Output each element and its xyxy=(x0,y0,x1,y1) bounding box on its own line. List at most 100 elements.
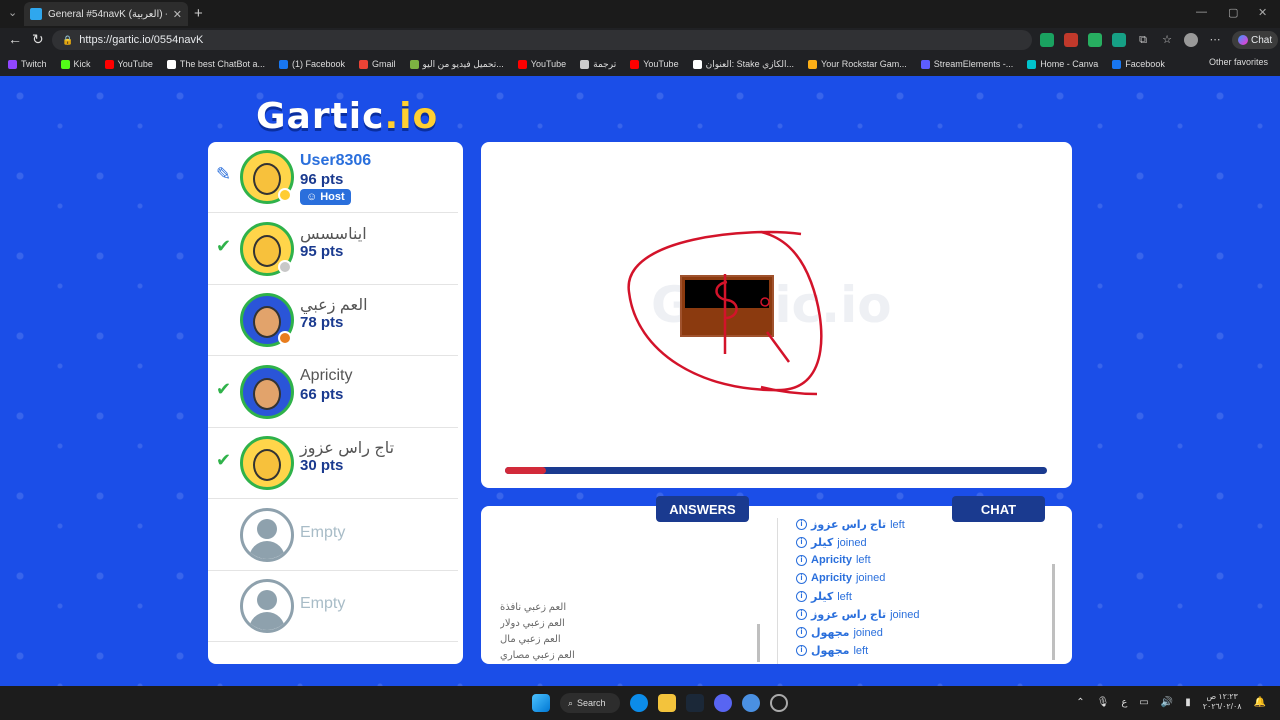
info-icon: i xyxy=(796,645,807,656)
close-tab-icon[interactable]: ✕ xyxy=(173,8,182,21)
bookmark-item[interactable]: Gmail xyxy=(359,59,396,69)
discord-icon[interactable] xyxy=(714,694,732,712)
mic-icon[interactable]: 🎙 xyxy=(1097,697,1110,708)
bookmark-item[interactable]: StreamElements -... xyxy=(920,59,1013,69)
bookmark-icon xyxy=(409,59,419,69)
bookmark-item[interactable]: Home - Canva xyxy=(1027,59,1098,69)
answer-text: العم زعبي نافذة xyxy=(500,602,567,613)
answers-tab[interactable]: ANSWERS xyxy=(656,496,749,522)
player-row[interactable]: Empty xyxy=(208,571,458,642)
bookmark-label: تحميل فيديو من اليو... xyxy=(422,58,504,69)
chat-user[interactable]: تاج راس عزوز xyxy=(811,608,886,621)
site-info-icon[interactable]: 🔒 xyxy=(62,35,73,46)
maximize-icon[interactable]: ▢ xyxy=(1228,6,1238,19)
player-row[interactable]: ✎ User8306 96 pts ☺ Host xyxy=(208,142,458,213)
answers-scrollbar[interactable] xyxy=(757,624,760,662)
chat-line: i مجهول left xyxy=(796,644,868,657)
drawing-canvas[interactable]: Gartic.io xyxy=(481,142,1072,488)
file-explorer-icon[interactable] xyxy=(658,694,676,712)
status-dot xyxy=(278,188,292,202)
bookmark-item[interactable]: Your Rockstar Gam... xyxy=(808,59,907,69)
language-indicator[interactable]: ع xyxy=(1121,697,1127,708)
green-extension-icon[interactable] xyxy=(1088,33,1102,47)
chat-user[interactable]: كيلر xyxy=(811,590,833,603)
taskbar-search[interactable]: ⌕ Search xyxy=(560,693,620,713)
player-avatar xyxy=(240,436,294,490)
tab-strip: ⌄ General #54navK (العربية) - Gartic.io … xyxy=(0,0,1280,28)
chat-user[interactable]: مجهول xyxy=(811,626,849,639)
close-window-icon[interactable]: ✕ xyxy=(1258,6,1267,19)
info-icon: i xyxy=(796,609,807,620)
bookmark-label: YouTube xyxy=(117,59,153,69)
chat-scrollbar[interactable] xyxy=(1052,564,1055,660)
app-icon[interactable] xyxy=(742,694,760,712)
chat-line: i تاج راس عزوز joined xyxy=(796,608,919,621)
chat-user[interactable]: تاج راس عزوز xyxy=(811,518,886,531)
network-icon[interactable]: ▭ xyxy=(1139,697,1148,708)
chevron-up-icon[interactable]: ⌃ xyxy=(1076,697,1084,708)
bookmark-item[interactable]: Twitch xyxy=(8,59,47,69)
chat-user[interactable]: كيلر xyxy=(811,536,833,549)
chat-action: left xyxy=(855,554,871,566)
new-tab-icon[interactable]: + xyxy=(194,5,203,22)
shield-extension-icon[interactable] xyxy=(1040,33,1054,47)
chat-line: i كيلر left xyxy=(796,590,852,603)
address-bar[interactable]: 🔒 https://gartic.io/0554navK xyxy=(52,30,1032,50)
status-dot xyxy=(278,259,292,274)
obs-icon[interactable] xyxy=(770,694,788,712)
player-row[interactable]: العم زعبي 78 pts xyxy=(208,285,458,356)
player-row[interactable]: ✔ تاج راس عزوز 30 pts xyxy=(208,428,458,499)
gartic-favicon-icon xyxy=(30,8,42,20)
chat-action: joined xyxy=(853,626,883,639)
copilot-chat-button[interactable]: Chat xyxy=(1232,31,1279,49)
start-icon[interactable] xyxy=(532,694,550,712)
bookmark-label: The best ChatBot a... xyxy=(179,59,265,69)
profile-avatar[interactable] xyxy=(1184,33,1198,47)
edge-icon[interactable] xyxy=(630,694,648,712)
player-points: 66 pts xyxy=(300,385,344,403)
notifications-icon[interactable]: 🔔 xyxy=(1254,697,1266,708)
logo-accent: .io xyxy=(384,96,439,137)
clock-date: ٢٠٢٦/٠٢/٠٨ xyxy=(1202,702,1242,711)
player-avatar xyxy=(240,364,294,419)
bookmark-item[interactable]: YouTube xyxy=(630,59,679,69)
chat-action: joined xyxy=(837,536,867,549)
chat-user[interactable]: Apricity xyxy=(811,554,852,566)
more-menu-icon[interactable]: ⋯ xyxy=(1208,33,1222,47)
minimize-icon[interactable]: — xyxy=(1196,6,1207,18)
bookmark-item[interactable]: Facebook xyxy=(1112,59,1165,69)
record-extension-icon[interactable] xyxy=(1064,33,1078,47)
teal-extension-icon[interactable] xyxy=(1112,33,1126,47)
player-row[interactable]: ✔ ايناسسس 95 pts xyxy=(208,214,458,285)
bookmark-item[interactable]: العنوان: Stake الكازي... xyxy=(692,59,794,70)
player-name: Empty xyxy=(300,595,346,612)
chat-button-label: Chat xyxy=(1251,34,1273,46)
host-icon: ☺ xyxy=(306,191,318,203)
refresh-icon[interactable]: ↻ xyxy=(32,31,44,48)
bookmark-item[interactable]: تحميل فيديو من اليو... xyxy=(409,58,504,70)
battery-icon[interactable]: ▮ xyxy=(1185,697,1191,708)
favorites-icon[interactable]: ☆ xyxy=(1160,33,1174,47)
tab-list-icon[interactable]: ⌄ xyxy=(8,6,17,19)
volume-icon[interactable]: 🔊 xyxy=(1161,697,1173,708)
check-icon: ✔ xyxy=(216,378,232,399)
back-icon[interactable]: ← xyxy=(8,31,22,47)
bookmark-label: Gmail xyxy=(372,59,396,69)
bookmark-item[interactable]: Kick xyxy=(60,59,91,69)
bookmark-item[interactable]: ترجمة xyxy=(580,59,616,70)
steam-icon[interactable] xyxy=(686,694,704,712)
chat-user[interactable]: مجهول xyxy=(811,644,849,657)
player-row[interactable]: Empty xyxy=(208,500,458,571)
bookmark-item[interactable]: The best ChatBot a... xyxy=(166,59,265,69)
player-points: 78 pts xyxy=(300,314,344,331)
bookmark-item[interactable]: YouTube xyxy=(104,59,153,69)
puzzle-icon[interactable]: ⧉ xyxy=(1136,33,1150,47)
bookmark-item[interactable]: YouTube xyxy=(517,59,566,69)
gartic-logo[interactable]: Gartic.io xyxy=(256,96,438,137)
chat-user[interactable]: Apricity xyxy=(811,572,852,584)
player-row[interactable]: ✔ Apricity 66 pts xyxy=(208,357,458,428)
clock[interactable]: ١٢:٢٣ ص ٢٠٢٦/٠٢/٠٨ xyxy=(1203,692,1242,712)
bookmark-item[interactable]: (1) Facebook xyxy=(278,59,345,69)
other-favorites[interactable]: Other favorites xyxy=(1209,57,1268,67)
browser-tab[interactable]: General #54navK (العربية) - Gartic.io ✕ xyxy=(24,2,188,26)
